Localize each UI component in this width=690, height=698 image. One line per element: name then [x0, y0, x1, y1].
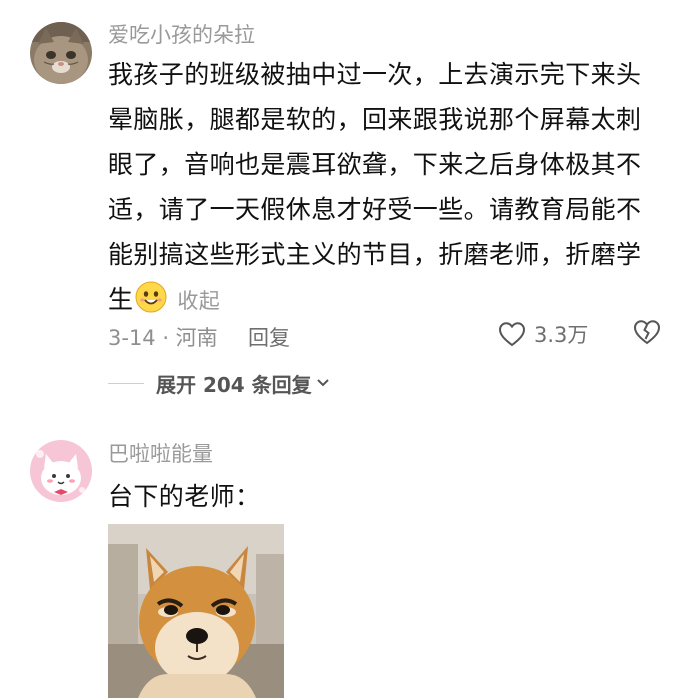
attached-image[interactable] [108, 524, 284, 698]
comment-line: 我孩子的班级被抽中过一次，上去演示完下来头 [108, 60, 642, 89]
collapse-link[interactable]: 收起 [177, 289, 220, 313]
date-location: 3-14 · 河南 [108, 326, 218, 350]
shiba-inu-photo [108, 524, 284, 698]
expand-replies-label: 展开 204 条回复 [156, 372, 312, 397]
username[interactable]: 巴啦啦能量 [108, 444, 213, 465]
comment-last-line: 生 收起 [108, 277, 668, 324]
divider-line [108, 382, 144, 384]
comment-body: 台下的老师： [108, 482, 261, 511]
expand-replies-button[interactable]: 展开 204 条回复 [108, 368, 330, 398]
comment-line: 能别搞这些形式主义的节目，折磨老师，折磨学 [108, 240, 642, 269]
user-avatar[interactable] [30, 22, 92, 84]
comment-line: 生 [108, 285, 134, 314]
like-count: 3.3万 [534, 323, 589, 347]
reply-button[interactable]: 回复 [248, 322, 290, 352]
smiley-emoji-icon [135, 281, 167, 313]
comment-meta: 3-14 · 河南 回复 3.3万 [108, 318, 668, 350]
broken-heart-icon[interactable] [632, 318, 662, 346]
comment-line: 适，请了一天假休息才好受一些。请教育局能不 [108, 195, 642, 224]
heart-outline-icon [498, 322, 526, 347]
comment-body: 我孩子的班级被抽中过一次，上去演示完下来头 晕脑胀，腿都是软的，回来跟我说那个屏… [108, 52, 668, 324]
comment-feed: 爱吃小孩的朵拉 我孩子的班级被抽中过一次，上去演示完下来头 晕脑胀，腿都是软的，… [0, 0, 690, 698]
username[interactable]: 爱吃小孩的朵拉 [108, 25, 255, 46]
cat-face-avatar-icon [30, 22, 92, 84]
like-button[interactable]: 3.3万 [498, 318, 588, 350]
user-avatar[interactable] [30, 440, 92, 502]
cartoon-cat-avatar-icon [30, 440, 92, 502]
chevron-down-icon [316, 379, 329, 387]
comment-line: 眼了，音响也是震耳欲聋，下来之后身体极其不 [108, 150, 642, 179]
comment-line: 晕脑胀，腿都是软的，回来跟我说那个屏幕太刺 [108, 105, 642, 134]
